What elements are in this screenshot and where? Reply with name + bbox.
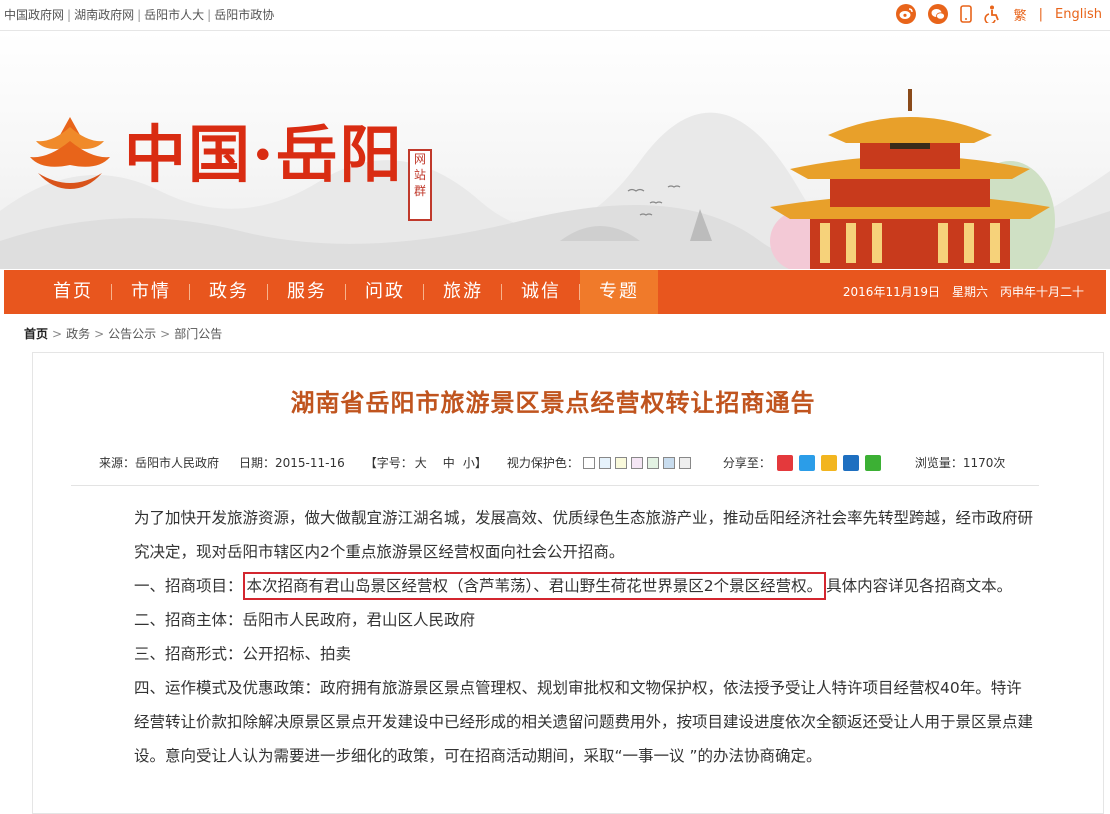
eye-care-swatch-steel[interactable] — [662, 456, 675, 469]
yueyang-tower-image — [770, 89, 1055, 269]
item-3-paragraph: 三、招商形式：公开招标、拍卖 — [134, 645, 352, 663]
mobile-icon[interactable] — [959, 4, 972, 24]
sina-weibo-icon[interactable] — [776, 454, 793, 471]
nav-tourism[interactable]: 旅游 — [424, 270, 502, 314]
top-icons: 繁 | English — [895, 2, 1102, 26]
site-banner: 中国·岳阳 网站群 — [0, 31, 1110, 269]
site-logo-text: 中国·岳阳 — [124, 118, 404, 191]
nav-home[interactable]: 首页 — [34, 270, 112, 314]
top-bar: 中国政府网 | 湖南政府网 | 岳阳市人大 | 岳阳市政协 繁 | English — [0, 0, 1110, 31]
wechat-icon[interactable] — [927, 4, 948, 24]
item-2-paragraph: 二、招商主体：岳阳市人民政府，君山区人民政府 — [134, 611, 476, 629]
breadcrumb-government[interactable]: 政务 — [66, 327, 90, 341]
nav-topics[interactable]: 专题 — [580, 270, 658, 314]
eye-care-label: 视力保护色： — [506, 456, 579, 470]
eye-care-swatch-pink[interactable] — [630, 456, 643, 469]
article-meta: 来源：岳阳市人民政府 日期：2015-11-16 【字号： 大 中 小】 视力保… — [99, 454, 1005, 471]
article-container: 湖南省岳阳市旅游景区景点经营权转让招商通告 来源：岳阳市人民政府 日期：2015… — [32, 352, 1104, 814]
eye-care-swatch-yellow[interactable] — [614, 456, 627, 469]
breadcrumb-home[interactable]: 首页 — [24, 327, 48, 341]
nav-government-affairs[interactable]: 政务 — [190, 270, 268, 314]
traditional-chinese-link[interactable]: 繁 — [1014, 5, 1027, 24]
eye-care-swatch-gray[interactable] — [678, 456, 691, 469]
eye-care-swatch-white[interactable] — [582, 456, 595, 469]
nav-inquiry[interactable]: 问政 — [346, 270, 424, 314]
item-4-paragraph: 四、运作模式及优惠政策：政府拥有旅游景区景点管理权、规划审批权和文物保护权，依法… — [134, 679, 1034, 765]
current-date: 2016年11月19日 星期六 丙申年十月二十 — [842, 285, 1084, 299]
font-size-label: 【字号： — [364, 456, 413, 470]
breadcrumb: 首页 > 政务 > 公告公示 > 部门公告 — [24, 327, 223, 341]
yueyang-logo-icon — [30, 117, 110, 189]
view-count: 浏览量：1170次 — [914, 456, 1006, 470]
link-yueyang-npc[interactable]: 岳阳市人大 — [144, 8, 204, 22]
nav-services[interactable]: 服务 — [268, 270, 346, 314]
weibo-icon[interactable] — [895, 4, 916, 24]
font-size-medium[interactable]: 中 — [443, 454, 455, 471]
renren-icon[interactable] — [842, 454, 859, 471]
item-1-paragraph: 一、招商项目： 本次招商有君山岛景区经营权（含芦苇荡）、君山野生荷花世界景区2个景… — [101, 569, 1037, 603]
top-links: 中国政府网 | 湖南政府网 | 岳阳市人大 | 岳阳市政协 — [4, 8, 275, 22]
item-1-rest: 具体内容详见各招商文本。 — [826, 577, 1013, 595]
article-source: 来源：岳阳市人民政府 — [99, 456, 220, 470]
font-size-large[interactable]: 大 — [415, 454, 427, 471]
eye-care-swatch-green[interactable] — [646, 456, 659, 469]
english-link[interactable]: English — [1055, 7, 1102, 22]
nav-city-info[interactable]: 市情 — [112, 270, 190, 314]
article-date: 日期：2015-11-16 — [239, 456, 345, 470]
accessibility-icon[interactable] — [983, 4, 1002, 24]
font-size-small[interactable]: 小】 — [463, 454, 487, 471]
site-group-seal: 网站群 — [408, 149, 432, 221]
share-label: 分享至： — [722, 456, 771, 470]
article-title: 湖南省岳阳市旅游景区景点经营权转让招商通告 — [290, 389, 816, 417]
highlighted-project-text: 本次招商有君山岛景区经营权（含芦苇荡）、君山野生荷花世界景区2个景区经营权。 — [242, 572, 827, 600]
nav-integrity[interactable]: 诚信 — [502, 270, 580, 314]
item-1-label: 一、招商项目： — [134, 577, 243, 595]
breadcrumb-dept-notices[interactable]: 部门公告 — [174, 327, 222, 341]
meta-divider — [71, 485, 1039, 486]
article-body: 为了加快开发旅游资源，做大做靓宜游江湖名城，发展高效、优质绿色生态旅游产业，推动… — [101, 501, 1037, 773]
qq-weibo-icon[interactable] — [820, 454, 837, 471]
intro-paragraph: 为了加快开发旅游资源，做大做靓宜游江湖名城，发展高效、优质绿色生态旅游产业，推动… — [134, 509, 1034, 561]
wechat-share-icon[interactable] — [864, 454, 881, 471]
breadcrumb-announcements[interactable]: 公告公示 — [108, 327, 156, 341]
link-hunan-gov[interactable]: 湖南政府网 — [74, 8, 134, 22]
link-yueyang-cppcc[interactable]: 岳阳市政协 — [214, 8, 274, 22]
main-nav: 首页 市情 政务 服务 问政 旅游 诚信 专题 2016年11月19日 星期六 … — [4, 270, 1106, 314]
qq-space-icon[interactable] — [798, 454, 815, 471]
eye-care-swatch-blue[interactable] — [598, 456, 611, 469]
link-gov-cn[interactable]: 中国政府网 — [4, 8, 64, 22]
